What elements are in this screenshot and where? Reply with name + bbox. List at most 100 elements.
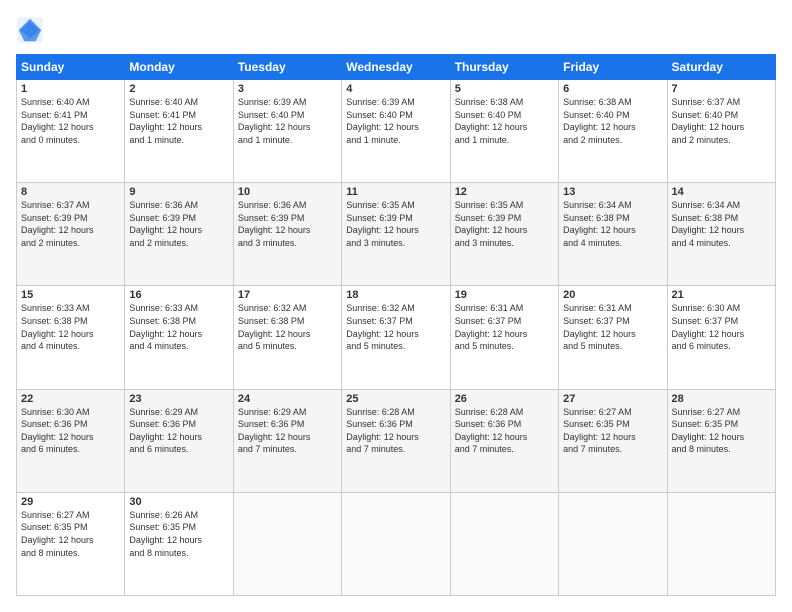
day-number: 27 [563, 393, 662, 405]
calendar-cell: 10Sunrise: 6:36 AMSunset: 6:39 PMDayligh… [233, 183, 341, 286]
day-info: Sunrise: 6:30 AMSunset: 6:36 PMDaylight:… [21, 406, 120, 456]
day-info: Sunrise: 6:29 AMSunset: 6:36 PMDaylight:… [129, 406, 228, 456]
day-number: 9 [129, 186, 228, 198]
calendar-week-row: 1Sunrise: 6:40 AMSunset: 6:41 PMDaylight… [17, 80, 776, 183]
weekday-header-row: SundayMondayTuesdayWednesdayThursdayFrid… [17, 55, 776, 80]
calendar-cell: 29Sunrise: 6:27 AMSunset: 6:35 PMDayligh… [17, 492, 125, 595]
day-info: Sunrise: 6:26 AMSunset: 6:35 PMDaylight:… [129, 509, 228, 559]
day-info: Sunrise: 6:38 AMSunset: 6:40 PMDaylight:… [563, 96, 662, 146]
page: SundayMondayTuesdayWednesdayThursdayFrid… [0, 0, 792, 612]
day-number: 14 [672, 186, 771, 198]
day-info: Sunrise: 6:28 AMSunset: 6:36 PMDaylight:… [346, 406, 445, 456]
calendar-cell: 7Sunrise: 6:37 AMSunset: 6:40 PMDaylight… [667, 80, 775, 183]
calendar-cell: 22Sunrise: 6:30 AMSunset: 6:36 PMDayligh… [17, 389, 125, 492]
calendar-week-row: 8Sunrise: 6:37 AMSunset: 6:39 PMDaylight… [17, 183, 776, 286]
day-info: Sunrise: 6:27 AMSunset: 6:35 PMDaylight:… [21, 509, 120, 559]
calendar-cell: 18Sunrise: 6:32 AMSunset: 6:37 PMDayligh… [342, 286, 450, 389]
calendar-cell: 1Sunrise: 6:40 AMSunset: 6:41 PMDaylight… [17, 80, 125, 183]
calendar-cell: 15Sunrise: 6:33 AMSunset: 6:38 PMDayligh… [17, 286, 125, 389]
calendar-cell: 17Sunrise: 6:32 AMSunset: 6:38 PMDayligh… [233, 286, 341, 389]
day-info: Sunrise: 6:28 AMSunset: 6:36 PMDaylight:… [455, 406, 554, 456]
day-number: 22 [21, 393, 120, 405]
day-number: 10 [238, 186, 337, 198]
logo-icon [16, 16, 44, 44]
day-info: Sunrise: 6:33 AMSunset: 6:38 PMDaylight:… [21, 302, 120, 352]
day-info: Sunrise: 6:36 AMSunset: 6:39 PMDaylight:… [238, 199, 337, 249]
calendar-cell: 2Sunrise: 6:40 AMSunset: 6:41 PMDaylight… [125, 80, 233, 183]
calendar-cell: 20Sunrise: 6:31 AMSunset: 6:37 PMDayligh… [559, 286, 667, 389]
calendar-cell: 5Sunrise: 6:38 AMSunset: 6:40 PMDaylight… [450, 80, 558, 183]
day-info: Sunrise: 6:37 AMSunset: 6:40 PMDaylight:… [672, 96, 771, 146]
day-info: Sunrise: 6:27 AMSunset: 6:35 PMDaylight:… [672, 406, 771, 456]
day-number: 7 [672, 83, 771, 95]
day-number: 25 [346, 393, 445, 405]
day-info: Sunrise: 6:39 AMSunset: 6:40 PMDaylight:… [346, 96, 445, 146]
day-number: 12 [455, 186, 554, 198]
calendar-cell: 26Sunrise: 6:28 AMSunset: 6:36 PMDayligh… [450, 389, 558, 492]
day-number: 4 [346, 83, 445, 95]
day-info: Sunrise: 6:35 AMSunset: 6:39 PMDaylight:… [346, 199, 445, 249]
calendar-cell: 6Sunrise: 6:38 AMSunset: 6:40 PMDaylight… [559, 80, 667, 183]
logo [16, 16, 48, 44]
calendar-cell [559, 492, 667, 595]
day-number: 19 [455, 289, 554, 301]
weekday-header-wednesday: Wednesday [342, 55, 450, 80]
day-number: 13 [563, 186, 662, 198]
calendar-cell: 11Sunrise: 6:35 AMSunset: 6:39 PMDayligh… [342, 183, 450, 286]
day-number: 28 [672, 393, 771, 405]
calendar-cell: 19Sunrise: 6:31 AMSunset: 6:37 PMDayligh… [450, 286, 558, 389]
day-number: 15 [21, 289, 120, 301]
day-number: 17 [238, 289, 337, 301]
day-info: Sunrise: 6:34 AMSunset: 6:38 PMDaylight:… [563, 199, 662, 249]
calendar-cell [233, 492, 341, 595]
day-info: Sunrise: 6:38 AMSunset: 6:40 PMDaylight:… [455, 96, 554, 146]
calendar-cell: 24Sunrise: 6:29 AMSunset: 6:36 PMDayligh… [233, 389, 341, 492]
calendar-cell [450, 492, 558, 595]
day-number: 8 [21, 186, 120, 198]
weekday-header-sunday: Sunday [17, 55, 125, 80]
day-info: Sunrise: 6:40 AMSunset: 6:41 PMDaylight:… [129, 96, 228, 146]
calendar-cell: 14Sunrise: 6:34 AMSunset: 6:38 PMDayligh… [667, 183, 775, 286]
calendar-cell: 16Sunrise: 6:33 AMSunset: 6:38 PMDayligh… [125, 286, 233, 389]
calendar-week-row: 22Sunrise: 6:30 AMSunset: 6:36 PMDayligh… [17, 389, 776, 492]
day-number: 11 [346, 186, 445, 198]
calendar-cell: 13Sunrise: 6:34 AMSunset: 6:38 PMDayligh… [559, 183, 667, 286]
weekday-header-friday: Friday [559, 55, 667, 80]
calendar-week-row: 29Sunrise: 6:27 AMSunset: 6:35 PMDayligh… [17, 492, 776, 595]
day-number: 30 [129, 496, 228, 508]
day-number: 5 [455, 83, 554, 95]
day-info: Sunrise: 6:32 AMSunset: 6:37 PMDaylight:… [346, 302, 445, 352]
day-number: 24 [238, 393, 337, 405]
header [16, 16, 776, 44]
day-number: 6 [563, 83, 662, 95]
day-number: 16 [129, 289, 228, 301]
calendar-cell: 28Sunrise: 6:27 AMSunset: 6:35 PMDayligh… [667, 389, 775, 492]
day-info: Sunrise: 6:30 AMSunset: 6:37 PMDaylight:… [672, 302, 771, 352]
day-info: Sunrise: 6:34 AMSunset: 6:38 PMDaylight:… [672, 199, 771, 249]
calendar-cell: 23Sunrise: 6:29 AMSunset: 6:36 PMDayligh… [125, 389, 233, 492]
day-number: 1 [21, 83, 120, 95]
day-number: 18 [346, 289, 445, 301]
calendar-cell: 12Sunrise: 6:35 AMSunset: 6:39 PMDayligh… [450, 183, 558, 286]
calendar-week-row: 15Sunrise: 6:33 AMSunset: 6:38 PMDayligh… [17, 286, 776, 389]
calendar-cell: 3Sunrise: 6:39 AMSunset: 6:40 PMDaylight… [233, 80, 341, 183]
day-number: 21 [672, 289, 771, 301]
calendar-cell: 30Sunrise: 6:26 AMSunset: 6:35 PMDayligh… [125, 492, 233, 595]
day-info: Sunrise: 6:35 AMSunset: 6:39 PMDaylight:… [455, 199, 554, 249]
day-info: Sunrise: 6:40 AMSunset: 6:41 PMDaylight:… [21, 96, 120, 146]
calendar-cell: 21Sunrise: 6:30 AMSunset: 6:37 PMDayligh… [667, 286, 775, 389]
day-info: Sunrise: 6:33 AMSunset: 6:38 PMDaylight:… [129, 302, 228, 352]
calendar-cell: 25Sunrise: 6:28 AMSunset: 6:36 PMDayligh… [342, 389, 450, 492]
weekday-header-monday: Monday [125, 55, 233, 80]
day-info: Sunrise: 6:37 AMSunset: 6:39 PMDaylight:… [21, 199, 120, 249]
calendar-cell: 9Sunrise: 6:36 AMSunset: 6:39 PMDaylight… [125, 183, 233, 286]
day-info: Sunrise: 6:36 AMSunset: 6:39 PMDaylight:… [129, 199, 228, 249]
day-number: 20 [563, 289, 662, 301]
day-info: Sunrise: 6:32 AMSunset: 6:38 PMDaylight:… [238, 302, 337, 352]
day-info: Sunrise: 6:31 AMSunset: 6:37 PMDaylight:… [563, 302, 662, 352]
calendar-cell: 27Sunrise: 6:27 AMSunset: 6:35 PMDayligh… [559, 389, 667, 492]
weekday-header-thursday: Thursday [450, 55, 558, 80]
weekday-header-tuesday: Tuesday [233, 55, 341, 80]
calendar-cell [667, 492, 775, 595]
day-info: Sunrise: 6:31 AMSunset: 6:37 PMDaylight:… [455, 302, 554, 352]
